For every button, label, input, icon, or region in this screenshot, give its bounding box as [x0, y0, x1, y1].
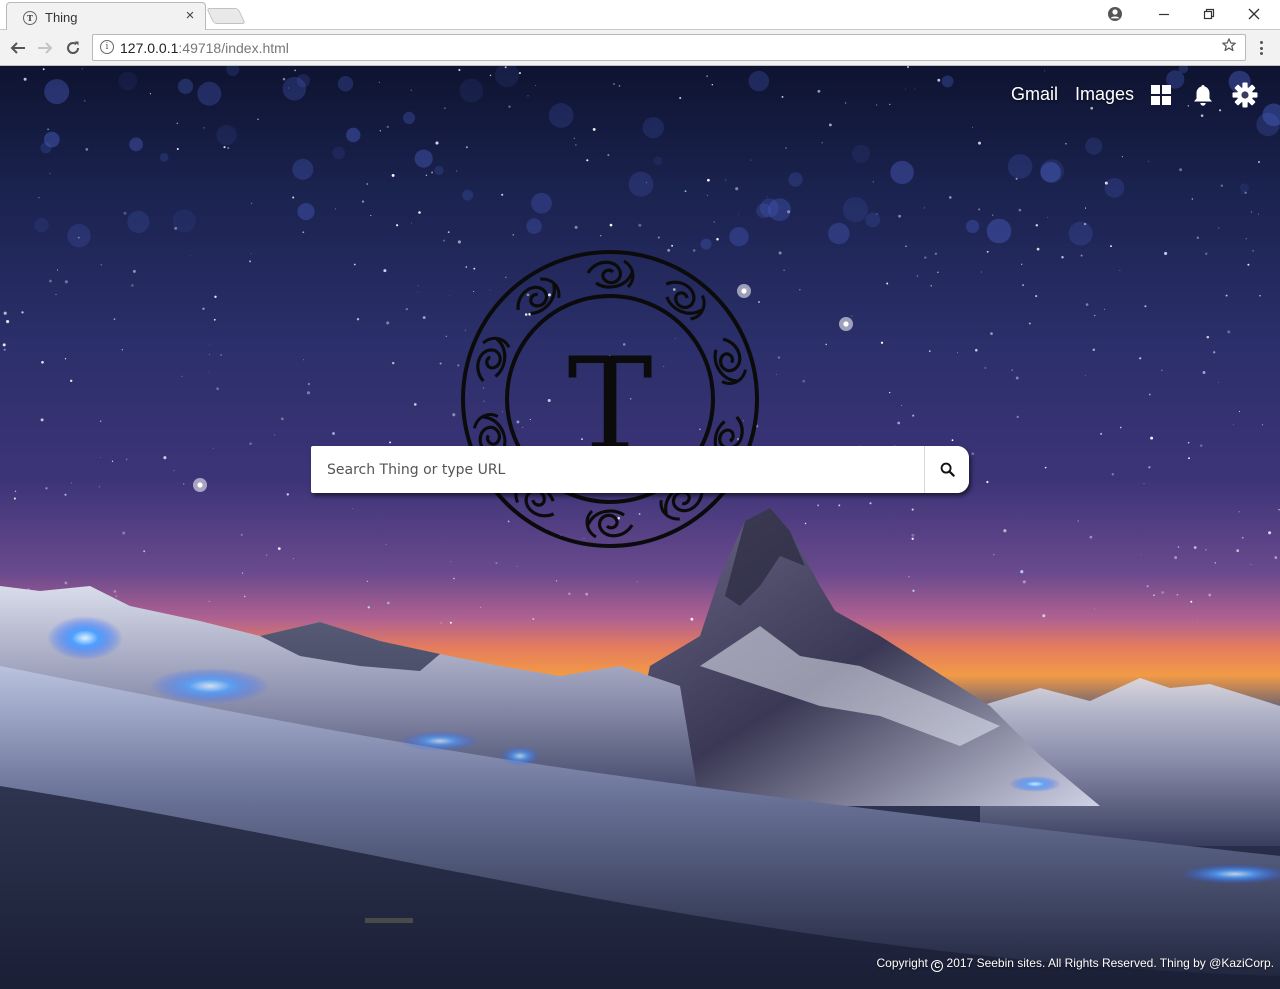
- url-path: :49718/index.html: [178, 40, 289, 56]
- apps-grid-icon[interactable]: [1151, 85, 1171, 105]
- profile-icon[interactable]: [1105, 4, 1125, 24]
- minimize-icon[interactable]: [1154, 4, 1174, 24]
- bell-icon[interactable]: [1191, 83, 1215, 107]
- close-window-icon[interactable]: [1244, 4, 1264, 24]
- search-box: [311, 446, 969, 493]
- footer-text: 2017 Seebin sites. All Rights Reserved. …: [943, 956, 1274, 970]
- horizontal-scrollbar-thumb[interactable]: [365, 918, 413, 923]
- browser-titlebar: T Thing ×: [0, 0, 1280, 30]
- browser-toolbar: i 127.0.0.1:49718/index.html: [0, 30, 1280, 66]
- url-text[interactable]: 127.0.0.1:49718/index.html: [120, 40, 289, 56]
- top-navigation: Gmail Images: [0, 82, 1280, 114]
- forward-arrow-icon[interactable]: [35, 38, 55, 58]
- tab-favicon-icon: T: [23, 11, 37, 25]
- new-tab-button[interactable]: [206, 8, 246, 24]
- footer-prefix: Copyright: [876, 956, 932, 970]
- search-icon: [940, 462, 955, 477]
- tab-title: Thing: [45, 10, 78, 25]
- search-button[interactable]: [924, 446, 969, 493]
- address-bar[interactable]: i 127.0.0.1:49718/index.html: [92, 34, 1246, 61]
- gmail-link[interactable]: Gmail: [1011, 84, 1058, 105]
- back-arrow-icon[interactable]: [8, 38, 28, 58]
- site-info-icon[interactable]: i: [100, 40, 114, 54]
- thing-logo: T: [461, 250, 759, 548]
- browser-tab[interactable]: T Thing ×: [6, 2, 206, 30]
- gear-icon[interactable]: [1232, 82, 1258, 108]
- copyright-footer: Copyright C 2017 Seebin sites. All Right…: [876, 956, 1274, 972]
- bookmark-star-icon[interactable]: [1221, 37, 1237, 58]
- url-host: 127.0.0.1: [120, 40, 179, 56]
- search-input[interactable]: [311, 446, 924, 493]
- tab-close-icon[interactable]: ×: [183, 7, 197, 24]
- copyright-icon: C: [931, 960, 944, 972]
- browser-menu-icon[interactable]: [1256, 38, 1266, 58]
- images-link[interactable]: Images: [1075, 84, 1134, 105]
- page-viewport: Gmail Images T Search Thing or type URL …: [0, 66, 1280, 989]
- restore-icon[interactable]: [1199, 4, 1219, 24]
- reload-icon[interactable]: [63, 38, 83, 58]
